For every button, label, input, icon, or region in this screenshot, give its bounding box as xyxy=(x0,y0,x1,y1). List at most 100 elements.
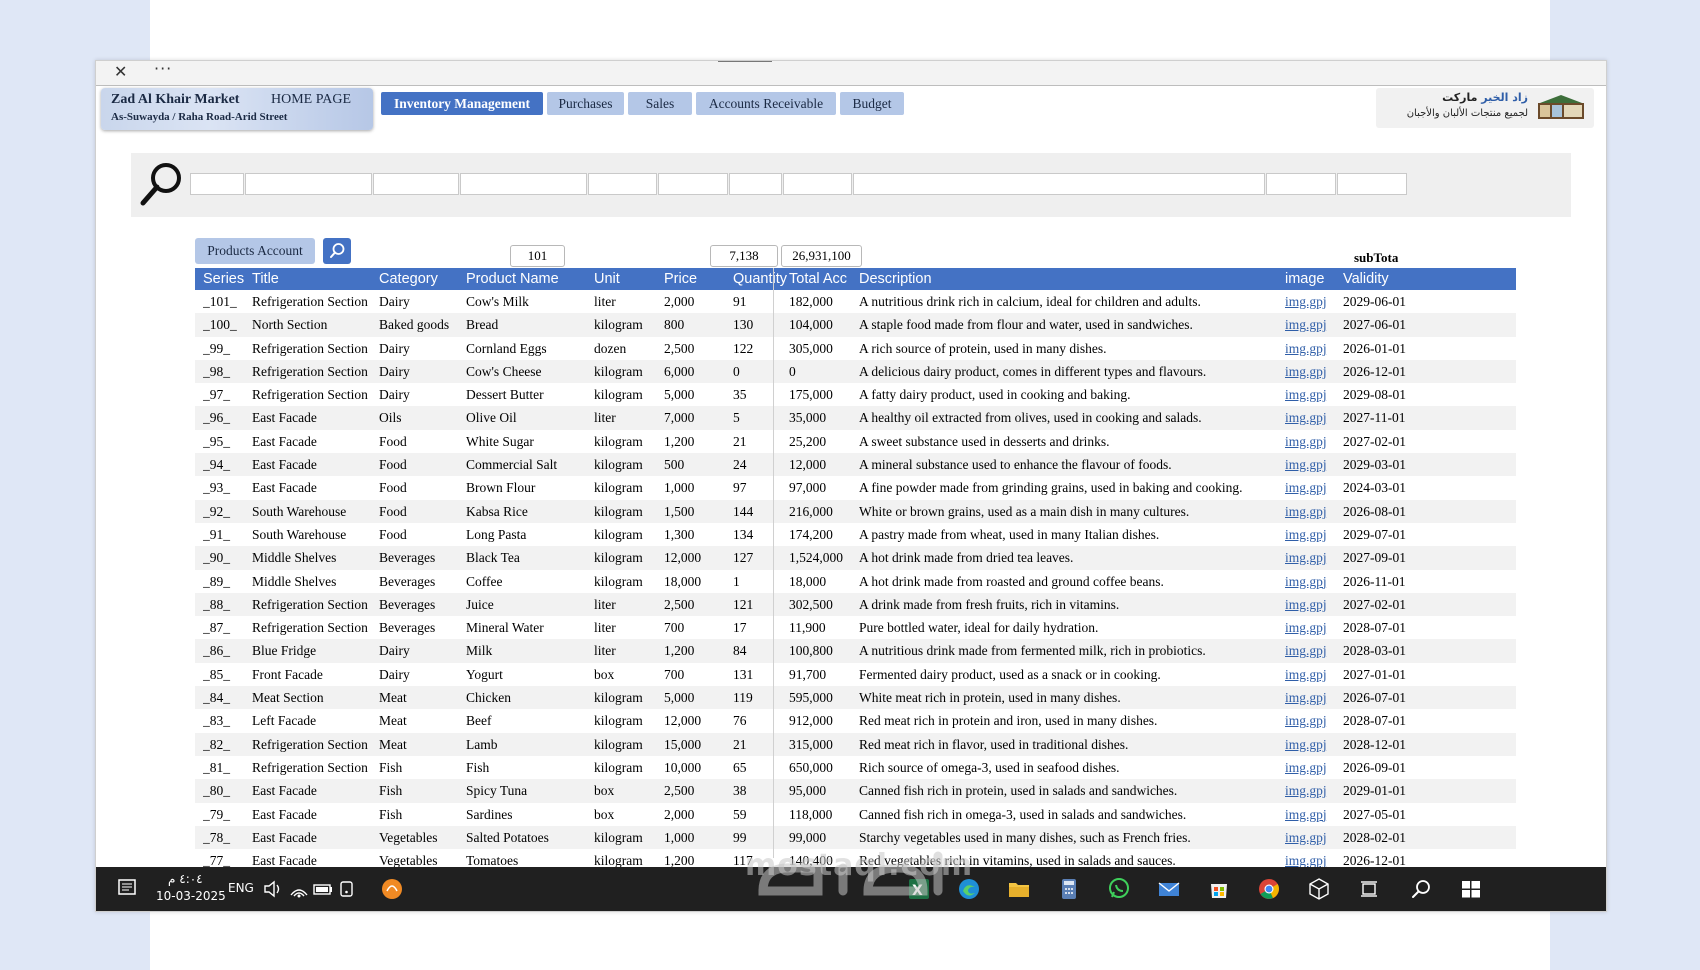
chrome-icon[interactable] xyxy=(1256,876,1282,902)
close-icon[interactable]: ✕ xyxy=(114,62,127,81)
filter-title-input[interactable] xyxy=(245,173,372,195)
table-row[interactable]: _83_ Left Facade Meat Beef kilogram 12,000 76 9… xyxy=(195,709,1516,732)
filter-price-input[interactable] xyxy=(658,173,728,195)
cell-image[interactable]: img.gpj xyxy=(1285,593,1340,616)
language-indicator[interactable]: ENG xyxy=(228,881,254,895)
cell-image[interactable]: img.gpj xyxy=(1285,709,1340,732)
image-link[interactable]: img.gpj xyxy=(1285,294,1327,309)
cell-image[interactable]: img.gpj xyxy=(1285,663,1340,686)
wifi-icon[interactable] xyxy=(286,876,312,902)
table-row[interactable]: _97_ Refrigeration Section Dairy Dessert Bu… xyxy=(195,383,1516,406)
table-row[interactable]: _85_ Front Facade Dairy Yogurt box 700 131 91,7… xyxy=(195,663,1516,686)
image-link[interactable]: img.gpj xyxy=(1285,574,1327,589)
cell-image[interactable]: img.gpj xyxy=(1285,779,1340,802)
box-icon[interactable] xyxy=(1306,876,1332,902)
table-row[interactable]: _86_ Blue Fridge Dairy Milk liter 1,200 84 100,… xyxy=(195,639,1516,663)
filter-description-input[interactable] xyxy=(853,173,1265,195)
image-link[interactable]: img.gpj xyxy=(1285,341,1327,356)
cell-image[interactable]: img.gpj xyxy=(1285,686,1340,709)
home-page-link[interactable]: HOME PAGE xyxy=(271,92,351,108)
image-link[interactable]: img.gpj xyxy=(1285,434,1327,449)
cell-image[interactable]: img.gpj xyxy=(1285,453,1340,476)
image-link[interactable]: img.gpj xyxy=(1285,783,1327,798)
image-link[interactable]: img.gpj xyxy=(1285,643,1327,658)
table-row[interactable]: _94_ East Facade Food Commercial Salt kilogr… xyxy=(195,453,1516,477)
filter-series-input[interactable] xyxy=(190,173,244,195)
column-header-unit[interactable]: Unit xyxy=(594,268,662,290)
table-row[interactable]: _93_ East Facade Food Brown Flour kilogram 1,… xyxy=(195,476,1516,499)
search-icon[interactable] xyxy=(137,159,187,209)
image-link[interactable]: img.gpj xyxy=(1285,480,1327,495)
tab-accounts-receivable[interactable]: Accounts Receivable xyxy=(696,92,836,115)
filter-unit-input[interactable] xyxy=(588,173,657,195)
image-link[interactable]: img.gpj xyxy=(1285,597,1327,612)
device-icon[interactable] xyxy=(334,876,360,902)
column-header-validity[interactable]: Validity xyxy=(1343,268,1413,290)
filter-category-input[interactable] xyxy=(373,173,459,195)
tab-inventory-management[interactable]: Inventory Management xyxy=(381,92,543,115)
app-orange-icon[interactable] xyxy=(379,876,405,902)
table-row[interactable]: _87_ Refrigeration Section Beverages Minera… xyxy=(195,616,1516,639)
more-icon[interactable]: ··· xyxy=(154,61,172,78)
image-link[interactable]: img.gpj xyxy=(1285,690,1327,705)
cell-image[interactable]: img.gpj xyxy=(1285,826,1340,849)
cell-image[interactable]: img.gpj xyxy=(1285,406,1340,429)
filter-validity-input[interactable] xyxy=(1337,173,1407,195)
table-row[interactable]: _99_ Refrigeration Section Dairy Cornland E… xyxy=(195,337,1516,360)
image-link[interactable]: img.gpj xyxy=(1285,807,1327,822)
table-row[interactable]: _92_ South Warehouse Food Kabsa Rice kilogra… xyxy=(195,499,1516,523)
column-header-category[interactable]: Category xyxy=(379,268,464,290)
image-link[interactable]: img.gpj xyxy=(1285,853,1327,868)
image-link[interactable]: img.gpj xyxy=(1285,364,1327,379)
cell-image[interactable]: img.gpj xyxy=(1285,430,1340,453)
cell-image[interactable]: img.gpj xyxy=(1285,383,1340,406)
cell-image[interactable]: img.gpj xyxy=(1285,290,1340,313)
table-row[interactable]: _91_ South Warehouse Food Long Pasta kilogra… xyxy=(195,523,1516,546)
filter-quantity-input[interactable] xyxy=(729,173,782,195)
table-row[interactable]: _81_ Refrigeration Section Fish Fish kilogra… xyxy=(195,756,1516,779)
cell-image[interactable]: img.gpj xyxy=(1285,639,1340,662)
search-icon[interactable] xyxy=(1408,876,1434,902)
cell-image[interactable]: img.gpj xyxy=(1285,337,1340,360)
cell-image[interactable]: img.gpj xyxy=(1285,523,1340,546)
image-link[interactable]: img.gpj xyxy=(1285,457,1327,472)
filter-image-input[interactable] xyxy=(1266,173,1336,195)
cell-image[interactable]: img.gpj xyxy=(1285,756,1340,779)
tab-purchases[interactable]: Purchases xyxy=(547,92,624,115)
image-link[interactable]: img.gpj xyxy=(1285,387,1327,402)
image-link[interactable]: img.gpj xyxy=(1285,504,1327,519)
cell-image[interactable]: img.gpj xyxy=(1285,616,1340,639)
column-header-image[interactable]: image xyxy=(1285,268,1340,290)
cell-image[interactable]: img.gpj xyxy=(1285,803,1340,826)
column-header-price[interactable]: Price xyxy=(664,268,732,290)
table-row[interactable]: _96_ East Facade Oils Olive Oil liter 7,000 5 3… xyxy=(195,406,1516,430)
table-row[interactable]: _90_ Middle Shelves Beverages Black Tea kilo… xyxy=(195,546,1516,570)
column-header-total-acc[interactable]: Total Acc xyxy=(789,268,857,290)
battery-icon[interactable] xyxy=(310,876,336,902)
image-link[interactable]: img.gpj xyxy=(1285,713,1327,728)
image-link[interactable]: img.gpj xyxy=(1285,830,1327,845)
cell-image[interactable]: img.gpj xyxy=(1285,733,1340,756)
task-view-icon[interactable] xyxy=(1356,876,1382,902)
table-row[interactable]: _88_ Refrigeration Section Beverages Juice l… xyxy=(195,592,1516,617)
cell-image[interactable]: img.gpj xyxy=(1285,546,1340,569)
filter-product-input[interactable] xyxy=(460,173,587,195)
image-link[interactable]: img.gpj xyxy=(1285,760,1327,775)
mail-icon[interactable] xyxy=(1156,876,1182,902)
calculator-icon[interactable] xyxy=(1056,876,1082,902)
column-header-product-name[interactable]: Product Name xyxy=(466,268,592,290)
column-header-title[interactable]: Title xyxy=(252,268,377,290)
cell-image[interactable]: img.gpj xyxy=(1285,476,1340,499)
image-link[interactable]: img.gpj xyxy=(1285,550,1327,565)
column-header-series[interactable]: Series xyxy=(203,268,249,290)
table-row[interactable]: _89_ Middle Shelves Beverages Coffee kilogra… xyxy=(195,570,1516,593)
image-link[interactable]: img.gpj xyxy=(1285,317,1327,332)
image-link[interactable]: img.gpj xyxy=(1285,667,1327,682)
notification-icon[interactable] xyxy=(114,876,140,902)
cell-image[interactable]: img.gpj xyxy=(1285,313,1340,336)
image-link[interactable]: img.gpj xyxy=(1285,527,1327,542)
cell-image[interactable]: img.gpj xyxy=(1285,500,1340,523)
table-row[interactable]: _79_ East Facade Fish Sardines box 2,000 59 118… xyxy=(195,803,1516,826)
table-row[interactable]: _98_ Refrigeration Section Dairy Cow's Chee… xyxy=(195,359,1516,384)
table-row[interactable]: _84_ Meat Section Meat Chicken kilogram 5,000… xyxy=(195,686,1516,710)
